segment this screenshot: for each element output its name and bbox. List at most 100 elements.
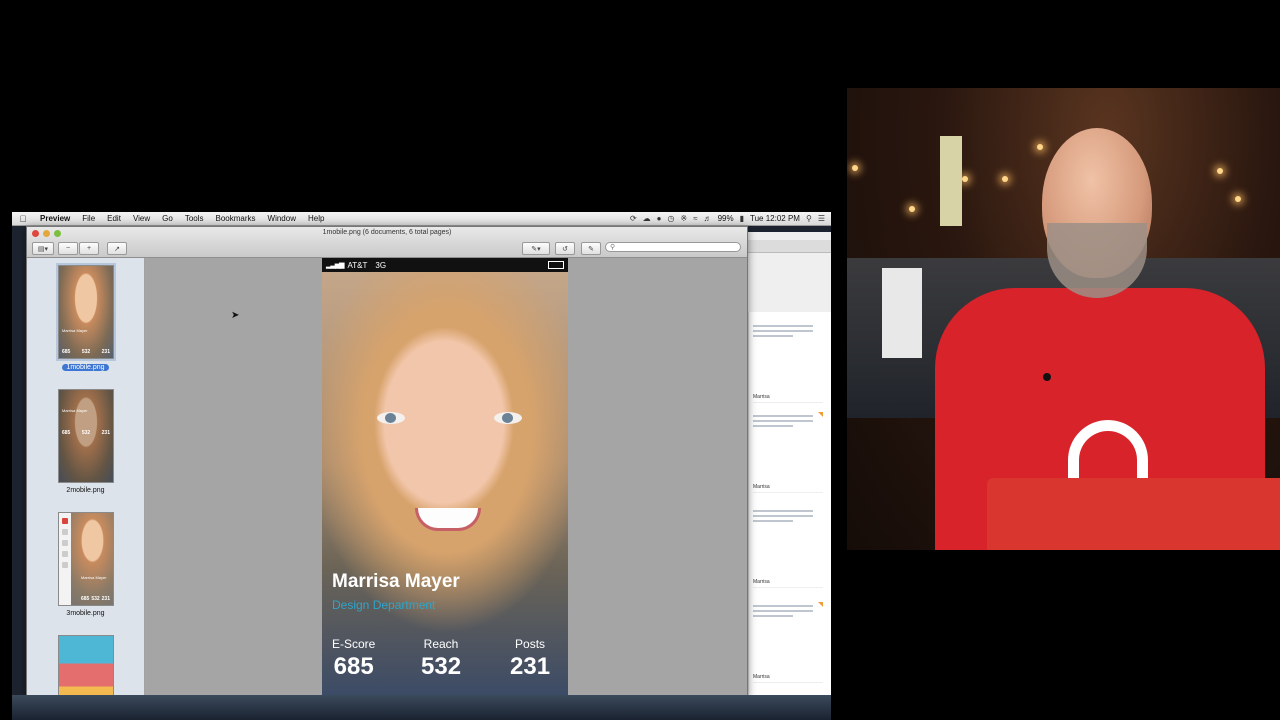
tweet-user: Marrisa <box>753 674 770 680</box>
tweet-line <box>753 610 813 612</box>
stat-label: Posts <box>515 637 546 651</box>
stat-posts: Posts 231 <box>510 637 550 681</box>
bluetooth-icon[interactable]: ※ <box>681 214 688 223</box>
tweet-item[interactable]: Marrisa <box>753 322 823 403</box>
thumbnail-2[interactable]: Marrisa Mayer 685 532 231 <box>58 389 114 483</box>
thumbnail-stats: 685 532 231 <box>62 430 110 436</box>
carrier: AT&T <box>347 260 368 270</box>
sidebar-toggle-button[interactable]: ▤▾ <box>32 242 54 255</box>
thumbnail-stats: 685 532 231 <box>62 349 110 355</box>
zoom-out-icon: − <box>65 245 71 252</box>
stat-value: 685 <box>333 653 374 680</box>
menu-tools[interactable]: Tools <box>179 214 210 223</box>
cloud-icon[interactable]: ☁ <box>643 214 651 223</box>
flag-icon <box>818 412 823 417</box>
menu-window[interactable]: Window <box>262 214 302 223</box>
tweet-item[interactable]: Marrisa <box>753 412 823 493</box>
stat-label: Reach <box>423 637 459 651</box>
signal-icon: ▂▃▅▆ <box>326 262 345 269</box>
thumbnail-3[interactable]: Marrisa Mayer 685 532 231 <box>58 512 114 606</box>
document-view[interactable]: ➤ ▂▃▅▆ AT&T 3G Marrisa Mayer Design Depa… <box>145 258 747 695</box>
spotlight-icon[interactable]: ⚲ <box>806 214 812 223</box>
laptop <box>987 478 1280 550</box>
stat-value: 231 <box>510 653 551 680</box>
light-bulb <box>852 165 858 171</box>
volume-icon[interactable]: ♬ <box>704 214 712 223</box>
tweet-line <box>753 425 793 427</box>
thumbnail-stat: 231 <box>101 349 110 355</box>
profile-name: Marrisa Mayer <box>332 571 460 592</box>
menu-edit[interactable]: Edit <box>101 214 127 223</box>
menu-file[interactable]: File <box>76 214 101 223</box>
menu-go[interactable]: Go <box>156 214 179 223</box>
thumbnail-1[interactable]: Marrisa Mayer 685 532 231 <box>56 263 116 361</box>
share-button[interactable]: ↗ <box>107 242 127 255</box>
thumbnail-stat: 532 <box>81 430 91 436</box>
search-input[interactable]: ⚲ <box>605 242 741 252</box>
screen-capture:  Preview File Edit View Go Tools Bookma… <box>12 212 831 720</box>
thumbnail-label-3[interactable]: 3mobile.png <box>27 610 144 617</box>
thumbnail-sidebar: Marrisa Mayer 685 532 231 1mobile.png Ma… <box>27 258 144 695</box>
tweet-list: Marrisa Marrisa Marrisa Marrisa <box>748 312 831 702</box>
thumbnail-4[interactable] <box>58 635 114 695</box>
highlight-icon: ✎▾ <box>531 245 541 253</box>
menu-bar:  Preview File Edit View Go Tools Bookma… <box>12 212 831 226</box>
menu-view[interactable]: View <box>127 214 156 223</box>
thumbnail-stat: 532 <box>81 349 91 355</box>
sidebar-icon: ▤▾ <box>37 245 49 253</box>
notification-center-icon[interactable]: ☰ <box>818 214 825 223</box>
thumbnail-name: Marrisa Mayer <box>62 408 88 413</box>
tweet-line <box>753 615 793 617</box>
tweet-user: Marrisa <box>753 484 770 490</box>
thumbnail-stat: 685 <box>62 349 71 355</box>
thumbnail-label-2[interactable]: 2mobile.png <box>27 487 144 494</box>
menu-help[interactable]: Help <box>302 214 330 223</box>
tweet-line <box>753 605 813 607</box>
background-window: Marrisa Marrisa Marrisa Marrisa <box>748 232 831 702</box>
zoom-in-button[interactable]: + <box>79 242 99 255</box>
menu-app[interactable]: Preview <box>34 214 76 223</box>
battery-icon[interactable]: ▮ <box>740 214 744 223</box>
phone-status-bar: ▂▃▅▆ AT&T 3G <box>322 258 568 272</box>
thumbnail-name: Marrisa Mayer <box>81 575 107 580</box>
tweet-user: Marrisa <box>753 579 770 585</box>
background-toolbar <box>748 240 831 253</box>
menu-bookmarks[interactable]: Bookmarks <box>210 214 262 223</box>
profile-photo <box>322 272 568 695</box>
mouse-cursor-icon: ➤ <box>231 310 240 321</box>
stat-escore: E-Score 685 <box>332 637 375 681</box>
thumbnail-nav-rail <box>59 513 71 605</box>
tweet-line <box>753 515 813 517</box>
time-machine-icon[interactable]: ◷ <box>668 214 675 223</box>
profile-department: Design Department <box>332 598 436 612</box>
clock[interactable]: Tue 12:02 PM <box>750 214 800 223</box>
thumbnail-stat: 685 <box>62 430 71 436</box>
webcam-feed <box>847 88 1280 550</box>
tweet-item[interactable]: Marrisa <box>753 507 823 588</box>
tweet-item[interactable]: Marrisa <box>753 602 823 683</box>
tweet-line <box>753 510 813 512</box>
eye-left <box>377 412 405 424</box>
notification-icon[interactable]: ● <box>657 214 662 223</box>
smile <box>415 508 481 531</box>
beard <box>1047 223 1147 298</box>
microphone-icon <box>1043 373 1051 381</box>
stat-reach: Reach 532 <box>421 637 461 681</box>
status-area: ⟳ ☁ ● ◷ ※ ≈ ♬ 99% ▮ Tue 12:02 PM ⚲ ☰ <box>630 214 831 223</box>
flag-icon <box>818 602 823 607</box>
wifi-icon[interactable]: ≈ <box>693 214 697 223</box>
sync-icon[interactable]: ⟳ <box>630 214 637 223</box>
rotate-button[interactable]: ↺ <box>555 242 575 255</box>
highlight-button[interactable]: ✎▾ <box>522 242 550 255</box>
thumbnail-name: Marrisa Mayer <box>62 328 88 333</box>
battery-percent[interactable]: 99% <box>718 214 734 223</box>
thumbnail-label-1[interactable]: 1mobile.png <box>27 364 144 371</box>
tweet-user: Marrisa <box>753 394 770 400</box>
edit-toolbar-button[interactable]: ✎ <box>581 242 601 255</box>
apple-icon[interactable]:  <box>12 214 34 224</box>
phone-battery-icon <box>548 261 564 269</box>
thumbnail-stat: 685 <box>81 596 90 602</box>
share-icon: ↗ <box>114 245 120 253</box>
thumbnail-stat: 231 <box>101 430 110 436</box>
zoom-out-button[interactable]: − <box>58 242 78 255</box>
